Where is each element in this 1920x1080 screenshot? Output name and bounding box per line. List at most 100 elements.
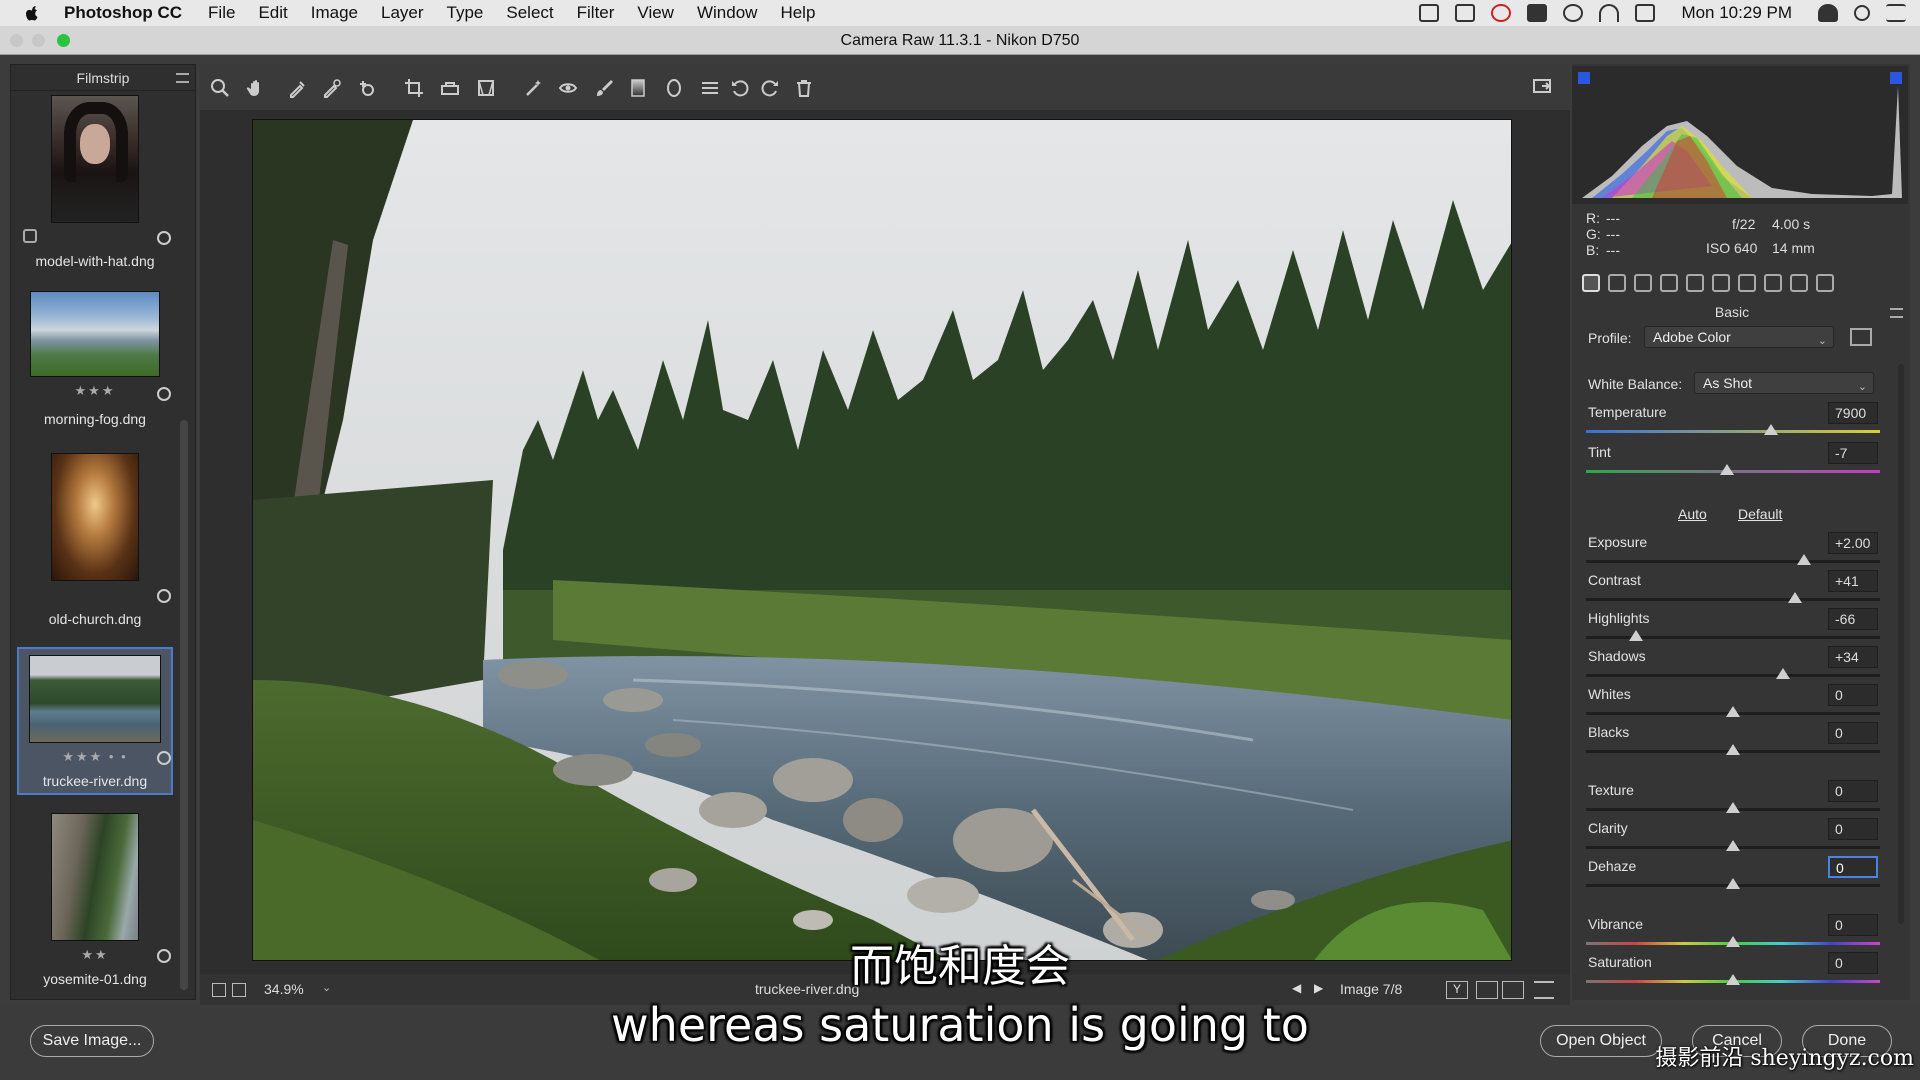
slider-track[interactable] — [1586, 430, 1880, 433]
menu-image[interactable]: Image — [311, 3, 358, 23]
detail-tab-icon[interactable] — [1634, 274, 1652, 292]
basic-panel-tab-icon[interactable] — [1582, 274, 1600, 292]
profile-browser-grid-icon[interactable] — [1850, 328, 1872, 346]
slider-handle[interactable] — [1787, 592, 1802, 603]
slider-value-field[interactable]: +41 — [1828, 570, 1878, 592]
default-link[interactable]: Default — [1738, 506, 1782, 522]
spot-removal-tool-icon[interactable] — [524, 78, 544, 98]
menu-edit[interactable]: Edit — [258, 3, 287, 23]
tone-curve-tab-icon[interactable] — [1608, 274, 1626, 292]
iso-readout: ISO 640 — [1706, 240, 1758, 256]
profile-label: Profile: — [1588, 330, 1632, 346]
slider-value-field[interactable]: +34 — [1828, 646, 1878, 668]
thumbnail-rating[interactable]: ★★★ • • — [19, 749, 171, 765]
crop-tool-icon[interactable] — [404, 78, 424, 98]
filmstrip-scrollbar[interactable] — [180, 420, 188, 990]
slider-handle[interactable] — [1726, 840, 1740, 851]
filmstrip-item-selected[interactable]: ★★★ • • truckee-river.dng — [17, 647, 173, 795]
grid-icon[interactable] — [1527, 4, 1548, 22]
rotate-clockwise-icon[interactable] — [760, 78, 780, 98]
slider-handle[interactable] — [1764, 424, 1779, 435]
zoom-tool-icon[interactable] — [210, 78, 230, 98]
slider-handle[interactable] — [1720, 464, 1735, 475]
white-balance-tool-icon[interactable] — [288, 78, 308, 98]
panel-scrollbar[interactable] — [1898, 364, 1904, 924]
preview-image[interactable] — [252, 119, 1512, 961]
calibration-tab-icon[interactable] — [1764, 274, 1782, 292]
menu-view[interactable]: View — [637, 3, 674, 23]
white-balance-value: As Shot — [1703, 375, 1753, 391]
filmstrip-item[interactable]: model-with-hat.dng — [19, 95, 171, 269]
menu-filter[interactable]: Filter — [577, 3, 615, 23]
slider-track[interactable] — [1586, 598, 1880, 601]
camera-icon[interactable] — [1419, 4, 1440, 22]
menu-help[interactable]: Help — [780, 3, 815, 23]
adjustment-brush-tool-icon[interactable] — [594, 78, 614, 98]
slider-value-field[interactable]: -7 — [1828, 442, 1878, 464]
slider-value-field[interactable]: 0 — [1828, 856, 1878, 878]
slider-value-field[interactable]: 0 — [1828, 684, 1878, 706]
menu-layer[interactable]: Layer — [381, 3, 424, 23]
slider-value-field[interactable]: 0 — [1828, 780, 1878, 802]
slider-handle[interactable] — [1775, 668, 1790, 679]
slider-track[interactable] — [1586, 674, 1880, 677]
menu-type[interactable]: Type — [447, 3, 484, 23]
wifi-icon[interactable] — [1599, 4, 1620, 22]
trash-icon[interactable] — [794, 78, 814, 98]
slider-value-field[interactable]: -66 — [1828, 608, 1878, 630]
notification-center-icon[interactable] — [1886, 4, 1906, 22]
creative-cloud-icon[interactable] — [1491, 4, 1512, 22]
split-toning-tab-icon[interactable] — [1686, 274, 1704, 292]
effects-tab-icon[interactable] — [1738, 274, 1756, 292]
menu-select[interactable]: Select — [506, 3, 553, 23]
airplay-icon[interactable] — [1635, 4, 1656, 22]
presets-tab-icon[interactable] — [1790, 274, 1808, 292]
slider-handle[interactable] — [1628, 630, 1643, 641]
menu-app-name[interactable]: Photoshop CC — [64, 3, 182, 23]
menu-window[interactable]: Window — [697, 3, 757, 23]
rotate-counterclockwise-icon[interactable] — [730, 78, 750, 98]
radial-filter-tool-icon[interactable] — [664, 78, 684, 98]
transform-tool-icon[interactable] — [476, 78, 496, 98]
menu-clock[interactable]: Mon 10:29 PM — [1681, 3, 1792, 23]
photo-rendering — [253, 120, 1511, 960]
slider-handle[interactable] — [1726, 706, 1740, 717]
graduated-filter-tool-icon[interactable] — [628, 78, 648, 98]
apple-icon[interactable] — [22, 3, 42, 23]
panel-menu-icon[interactable] — [1890, 308, 1903, 318]
straighten-tool-icon[interactable] — [440, 78, 460, 98]
open-preferences-icon[interactable] — [1532, 76, 1552, 96]
time-machine-icon[interactable] — [1563, 4, 1584, 22]
minimize-window-button[interactable] — [32, 34, 45, 47]
close-window-button[interactable] — [10, 34, 23, 47]
targeted-adjustment-tool-icon[interactable] — [358, 78, 378, 98]
slider-value-field[interactable]: +2.00 — [1828, 532, 1878, 554]
color-sampler-tool-icon[interactable] — [322, 78, 342, 98]
auto-link[interactable]: Auto — [1678, 506, 1707, 522]
profile-dropdown[interactable]: Adobe Color ⌄ — [1644, 326, 1834, 348]
red-eye-tool-icon[interactable] — [558, 78, 578, 98]
filmstrip-item[interactable]: ★★★ morning-fog.dng — [19, 291, 171, 441]
slider-value-field[interactable]: 7900 — [1828, 402, 1878, 424]
slider-value-field[interactable]: 0 — [1828, 722, 1878, 744]
slider-handle[interactable] — [1726, 878, 1740, 889]
hand-tool-icon[interactable] — [246, 78, 266, 98]
slider-track[interactable] — [1586, 560, 1880, 563]
filmstrip-menu-icon[interactable] — [176, 73, 189, 83]
white-balance-dropdown[interactable]: As Shot ⌄ — [1694, 372, 1874, 394]
menu-file[interactable]: File — [208, 3, 235, 23]
hsl-tab-icon[interactable] — [1660, 274, 1678, 292]
slider-handle[interactable] — [1726, 744, 1740, 755]
search-icon[interactable] — [1854, 5, 1870, 21]
lens-corrections-tab-icon[interactable] — [1712, 274, 1730, 292]
filmstrip-item[interactable]: old-church.dng — [19, 453, 171, 627]
thumbnail-rating[interactable]: ★★★ — [19, 383, 171, 399]
slider-handle[interactable] — [1796, 554, 1811, 565]
zoom-window-button[interactable] — [57, 34, 70, 47]
display-icon[interactable] — [1455, 4, 1476, 22]
slider-value-field[interactable]: 0 — [1828, 818, 1878, 840]
user-icon[interactable] — [1818, 4, 1838, 22]
snapshots-tab-icon[interactable] — [1816, 274, 1834, 292]
slider-handle[interactable] — [1726, 802, 1740, 813]
preferences-icon[interactable] — [700, 78, 720, 98]
